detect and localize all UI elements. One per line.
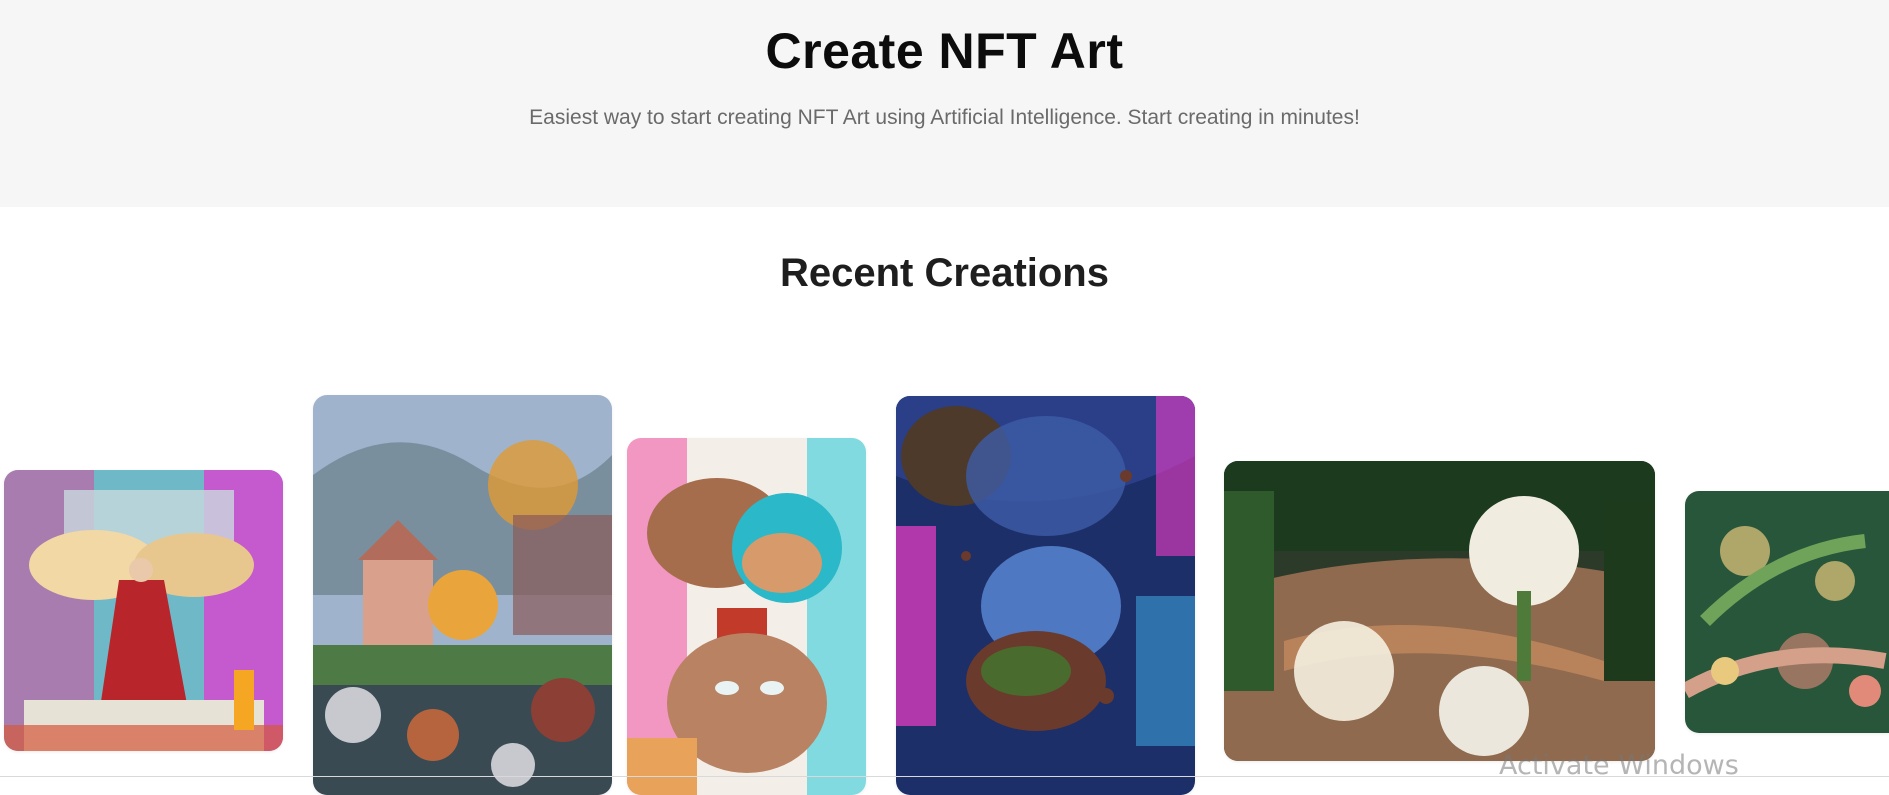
creation-card[interactable] bbox=[896, 396, 1195, 795]
page-title: Create NFT Art bbox=[765, 23, 1124, 79]
creation-image bbox=[1224, 461, 1655, 761]
hero-section: Create NFT Art Easiest way to start crea… bbox=[0, 0, 1889, 207]
creation-card[interactable] bbox=[1224, 461, 1655, 761]
creation-image bbox=[1685, 491, 1889, 733]
creation-image bbox=[4, 470, 283, 751]
creation-card[interactable] bbox=[1685, 491, 1889, 733]
page-subtitle: Easiest way to start creating NFT Art us… bbox=[529, 106, 1360, 129]
creation-image bbox=[627, 438, 866, 795]
recent-creations-heading: Recent Creations bbox=[780, 251, 1109, 295]
creation-card[interactable] bbox=[313, 395, 612, 795]
creation-image bbox=[313, 395, 612, 795]
activate-windows-watermark: Activate Windows bbox=[1499, 750, 1739, 781]
recent-creations-gallery bbox=[0, 380, 1889, 795]
creation-image bbox=[896, 396, 1195, 795]
creation-card[interactable] bbox=[627, 438, 866, 795]
creation-card[interactable] bbox=[4, 470, 283, 751]
